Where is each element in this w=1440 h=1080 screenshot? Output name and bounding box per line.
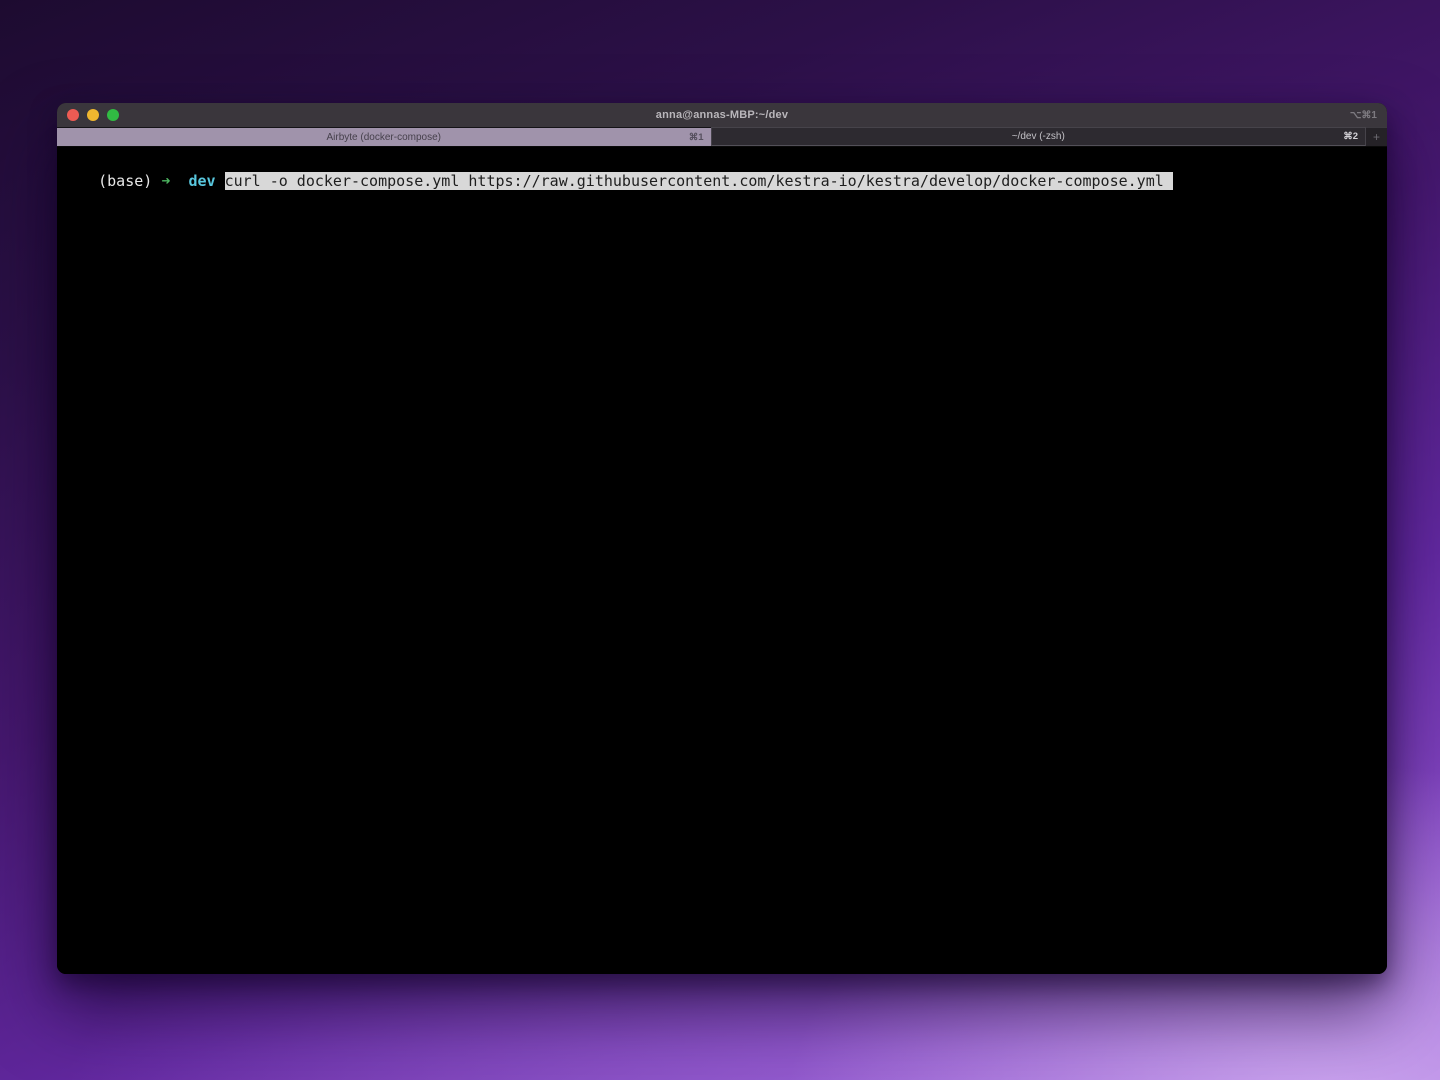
title-bar[interactable]: anna@annas-MBP:~/dev ⌥⌘1 (57, 103, 1387, 127)
tab-bar: Airbyte (docker-compose) ⌘1 ~/dev (-zsh)… (57, 127, 1387, 147)
prompt-spacer (170, 172, 188, 190)
window-title: anna@annas-MBP:~/dev (57, 109, 1387, 121)
selected-command-text[interactable]: curl -o docker-compose.yml https://raw.g… (225, 172, 1173, 190)
close-button[interactable] (67, 109, 79, 121)
tab-airbyte-docker-compose[interactable]: Airbyte (docker-compose) ⌘1 (57, 127, 711, 146)
prompt-env: (base) (98, 172, 152, 190)
tab-shortcut: ⌘1 (689, 132, 704, 143)
tab-label: ~/dev (-zsh) (736, 131, 1342, 142)
prompt-spacer (216, 172, 225, 190)
terminal-window: anna@annas-MBP:~/dev ⌥⌘1 Airbyte (docker… (57, 103, 1387, 974)
window-title-shortcut: ⌥⌘1 (1350, 110, 1377, 121)
zoom-button[interactable] (107, 109, 119, 121)
traffic-lights (57, 109, 119, 121)
minimize-button[interactable] (87, 109, 99, 121)
tab-label: Airbyte (docker-compose) (81, 132, 687, 143)
plus-icon: + (1373, 131, 1380, 143)
tab-dev-zsh[interactable]: ~/dev (-zsh) ⌘2 (711, 127, 1367, 146)
prompt-line: (base) ➜ dev curl -o docker-compose.yml … (98, 172, 1173, 190)
tab-shortcut: ⌘2 (1343, 131, 1358, 142)
prompt-spacer (152, 172, 161, 190)
prompt-directory: dev (188, 172, 215, 190)
terminal-content[interactable]: (base) ➜ dev curl -o docker-compose.yml … (57, 147, 1387, 974)
new-tab-button[interactable]: + (1366, 127, 1387, 146)
